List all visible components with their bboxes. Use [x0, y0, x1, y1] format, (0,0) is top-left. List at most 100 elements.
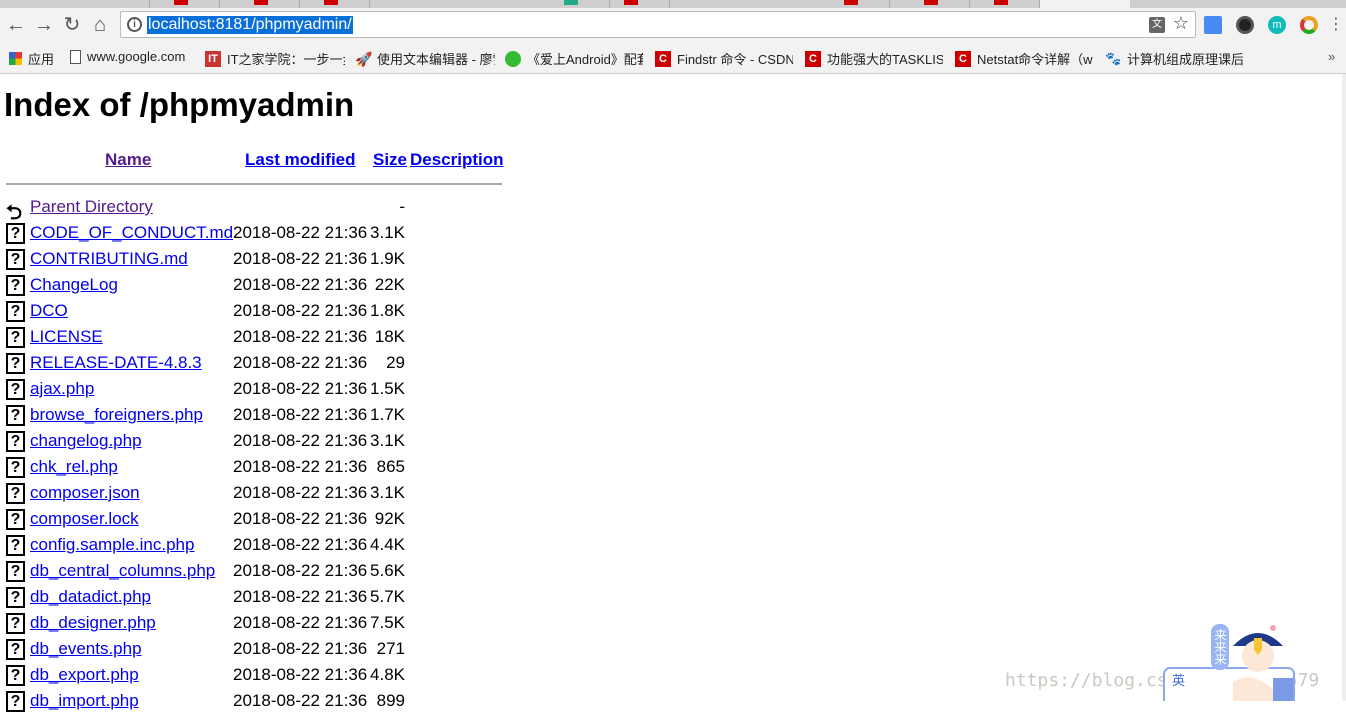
file-link[interactable]: CONTRIBUTING.md — [30, 249, 188, 269]
file-link[interactable]: RELEASE-DATE-4.8.3 — [30, 353, 202, 373]
unknown-file-icon: ? — [6, 483, 25, 504]
unknown-file-icon: ? — [6, 613, 25, 634]
table-row: ? config.sample.inc.php 2018-08-22 21:36 4.… — [0, 533, 420, 559]
table-row: ? RELEASE-DATE-4.8.3 2018-08-22 21:36 29 — [0, 351, 420, 377]
active-tab[interactable] — [1040, 0, 1130, 8]
more-bookmarks-button[interactable]: » — [1328, 49, 1335, 64]
bookmark[interactable]: 🚀 使用文本编辑器 - 廖雪 — [355, 49, 495, 68]
table-row: ? LICENSE 2018-08-22 21:36 18K — [0, 325, 420, 351]
tab[interactable] — [230, 0, 300, 8]
table-row: ? ChangeLog 2018-08-22 21:36 22K — [0, 273, 420, 299]
translate-icon[interactable]: 文 — [1149, 17, 1165, 33]
file-size: 1.5K — [370, 379, 405, 398]
mascot-language-toggle[interactable]: 英 — [1172, 670, 1185, 689]
table-row: ? composer.json 2018-08-22 21:36 3.1K — [0, 481, 420, 507]
tab[interactable] — [970, 0, 1040, 8]
file-link[interactable]: browse_foreigners.php — [30, 405, 203, 425]
file-link[interactable]: CODE_OF_CONDUCT.md — [30, 223, 233, 243]
file-link[interactable]: ajax.php — [30, 379, 94, 399]
back-icon[interactable]: ← — [4, 14, 28, 36]
file-size: 1.8K — [370, 301, 405, 320]
unknown-file-icon: ? — [6, 301, 25, 322]
bookmark[interactable]: www.google.com — [70, 49, 195, 64]
table-row: ? CONTRIBUTING.md 2018-08-22 21:36 1.9K — [0, 247, 420, 273]
unknown-file-icon: ? — [6, 665, 25, 686]
csdn-icon: C — [655, 50, 671, 67]
table-row: ? db_central_columns.php 2018-08-22 21:36 5… — [0, 559, 420, 585]
file-link[interactable]: config.sample.inc.php — [30, 535, 194, 555]
bookmark-apps[interactable]: 应用 — [9, 49, 54, 68]
file-link[interactable]: Parent Directory — [30, 197, 153, 217]
file-size: 3.1K — [370, 223, 405, 242]
bookmark[interactable]: 《爱上Android》配套 — [505, 49, 643, 68]
unknown-file-icon: ? — [6, 457, 25, 478]
file-size: 271 — [376, 639, 405, 658]
file-size: 1.7K — [370, 405, 405, 424]
csdn-icon: C — [955, 50, 971, 67]
bookmark[interactable]: IT IT之家学院：一步一步 — [205, 49, 345, 68]
file-link[interactable]: composer.json — [30, 483, 140, 503]
file-link[interactable]: db_events.php — [30, 639, 142, 659]
file-link[interactable]: composer.lock — [30, 509, 139, 529]
browser-toolbar: ← → ↻ ⌂ i localhost:8181/phpmyadmin/ 文 ☆… — [0, 8, 1346, 42]
bookmark-label: 计算机组成原理课后习 — [1127, 52, 1243, 67]
file-link[interactable]: db_import.php — [30, 691, 139, 711]
info-icon[interactable]: i — [127, 17, 142, 32]
baidu-paw-icon: 🐾 — [1105, 50, 1122, 66]
tab[interactable] — [150, 0, 220, 8]
mascot-badge[interactable]: 来来来 — [1211, 624, 1229, 670]
file-link[interactable]: db_designer.php — [30, 613, 156, 633]
table-row: ? chk_rel.php 2018-08-22 21:36 865 — [0, 455, 420, 481]
file-link[interactable]: DCO — [30, 301, 68, 321]
file-link[interactable]: db_central_columns.php — [30, 561, 215, 581]
tab-strip — [0, 0, 1346, 8]
chrome-extension-icon[interactable] — [1300, 16, 1318, 34]
tab[interactable] — [600, 0, 670, 8]
unknown-file-icon: ? — [6, 587, 25, 608]
scrollbar[interactable] — [1342, 74, 1346, 701]
menu-icon[interactable]: ⋮ — [1328, 14, 1344, 36]
forward-icon[interactable]: → — [32, 14, 56, 36]
tab[interactable] — [820, 0, 890, 8]
bookmark-label: 使用文本编辑器 - 廖雪 — [377, 52, 495, 67]
page-title: Index of /phpmyadmin — [4, 86, 355, 123]
address-bar[interactable]: i localhost:8181/phpmyadmin/ 文 ☆ — [120, 11, 1196, 38]
file-link[interactable]: LICENSE — [30, 327, 103, 347]
tab[interactable] — [300, 0, 370, 8]
file-link[interactable]: db_datadict.php — [30, 587, 151, 607]
bookmark[interactable]: C 功能强大的TASKLIST — [805, 49, 943, 68]
unknown-file-icon: ? — [6, 275, 25, 296]
tab[interactable] — [900, 0, 970, 8]
column-header-size[interactable]: Size — [373, 150, 407, 169]
file-link[interactable]: changelog.php — [30, 431, 142, 451]
file-link[interactable]: ChangeLog — [30, 275, 118, 295]
bookmark-label: 《爱上Android》配套 — [527, 52, 643, 67]
file-size: 3.1K — [370, 483, 405, 502]
column-header-name[interactable]: Name — [105, 150, 151, 169]
file-size: 899 — [376, 691, 405, 710]
bookmark[interactable]: C Findstr 命令 - CSDN — [655, 49, 793, 68]
reload-icon[interactable]: ↻ — [60, 14, 84, 36]
file-size: 29 — [386, 353, 405, 372]
column-header-description[interactable]: Description — [410, 150, 504, 169]
bookmark-star-icon[interactable]: ☆ — [1173, 13, 1189, 34]
file-link[interactable]: db_export.php — [30, 665, 139, 685]
table-row: ? db_datadict.php 2018-08-22 21:36 5.7K — [0, 585, 420, 611]
table-row: ? DCO 2018-08-22 21:36 1.8K — [0, 299, 420, 325]
file-link[interactable]: chk_rel.php — [30, 457, 118, 477]
color-picker-extension-icon[interactable] — [1236, 16, 1254, 34]
unknown-file-icon: ? — [6, 431, 25, 452]
rocket-icon: 🚀 — [355, 50, 373, 67]
file-size: 22K — [374, 275, 405, 294]
unknown-file-icon: ? — [6, 561, 25, 582]
bookmark[interactable]: 🐾 计算机组成原理课后习 — [1105, 49, 1243, 68]
url-text[interactable]: localhost:8181/phpmyadmin/ — [147, 16, 353, 34]
column-header-last-modified[interactable]: Last modified — [245, 150, 356, 169]
google-translate-extension-icon[interactable] — [1204, 16, 1222, 34]
wechat-icon — [505, 50, 521, 67]
bookmark[interactable]: C Netstat命令详解（w — [955, 49, 1093, 68]
tab[interactable] — [80, 0, 150, 8]
divider — [6, 183, 502, 185]
home-icon[interactable]: ⌂ — [88, 14, 112, 36]
m-extension-icon[interactable]: m — [1268, 16, 1286, 34]
